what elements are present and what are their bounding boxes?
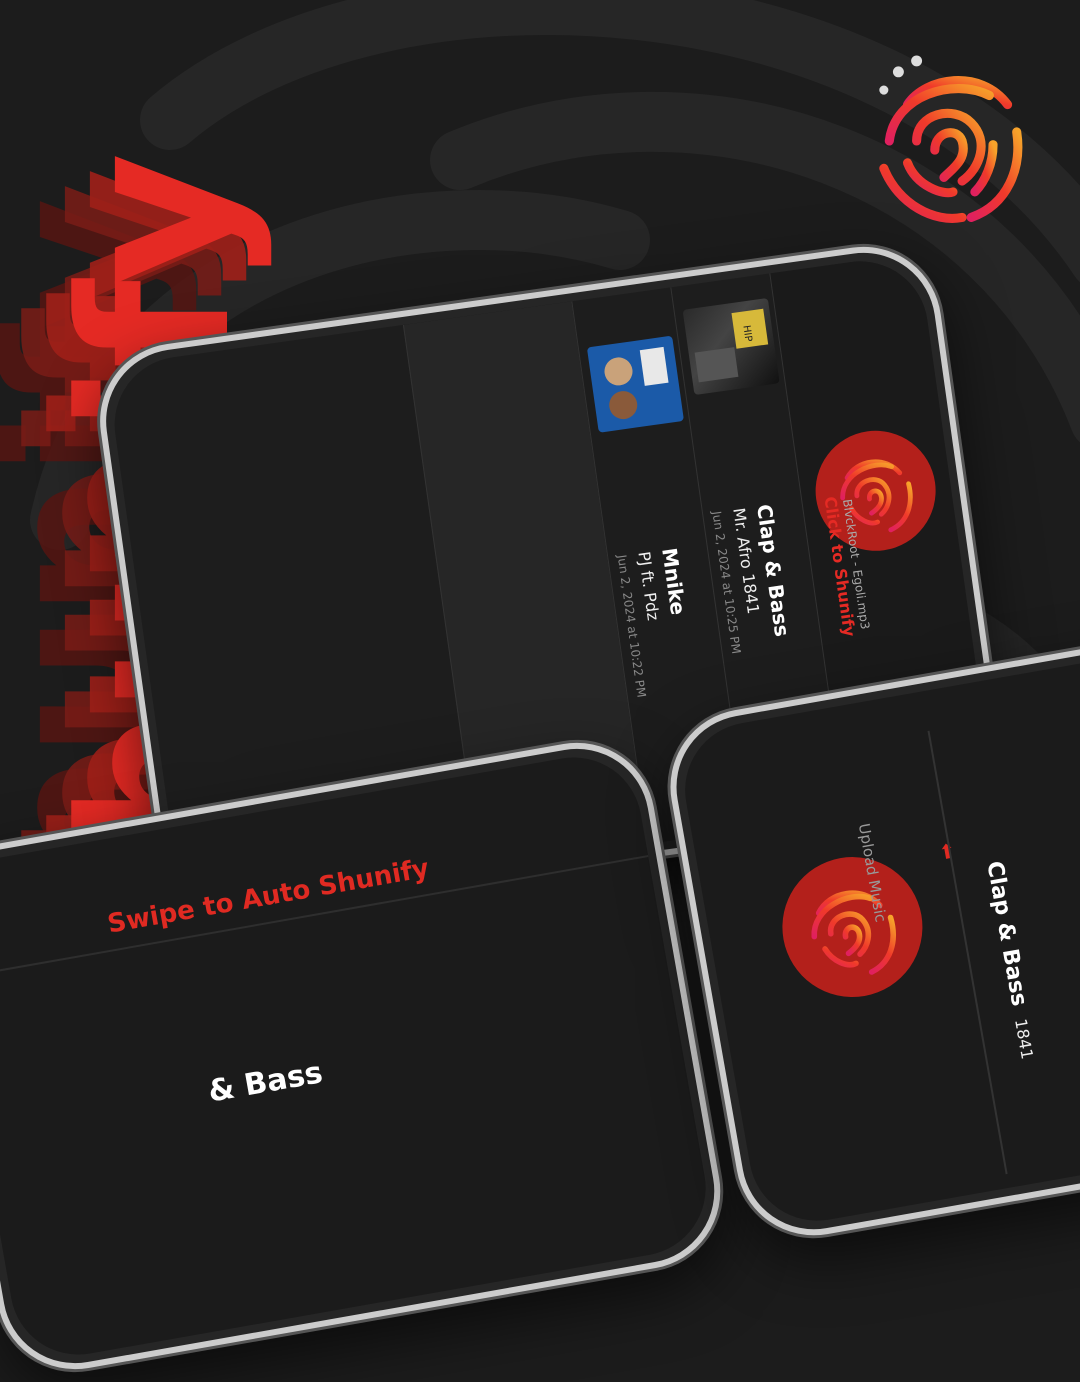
shunify-button[interactable]: [771, 845, 934, 1009]
phone-left-screen: Swipe to Auto Shunify & Bass: [0, 746, 717, 1366]
cover-art-icon: HIP: [694, 308, 769, 383]
track-title: Clap & Bass: [981, 859, 1032, 1009]
shunify-fingerprint-logo-icon: [879, 55, 1023, 223]
phone-right-screen: Upload Music ⬆ Clap & Bass 1841: [674, 640, 1080, 1232]
track-entry[interactable]: Clap & Bass 1841: [981, 859, 1040, 1061]
phone-left: Swipe to Auto Shunify & Bass: [0, 730, 733, 1382]
album-cover-clap-bass-icon: HIP: [682, 297, 780, 396]
phone-right: Upload Music ⬆ Clap & Bass 1841: [658, 624, 1080, 1248]
swipe-hint[interactable]: Swipe to Auto Shunify: [105, 854, 431, 940]
divider: [927, 730, 1008, 1175]
album-cover-mnike-icon: [586, 335, 685, 433]
svg-text:HIP: HIP: [740, 324, 753, 342]
fingerprint-icon: [811, 890, 896, 975]
cover-art-icon: [604, 346, 669, 420]
track-title: & Bass: [205, 1055, 326, 1110]
track-artist: 1841: [1011, 1017, 1037, 1061]
